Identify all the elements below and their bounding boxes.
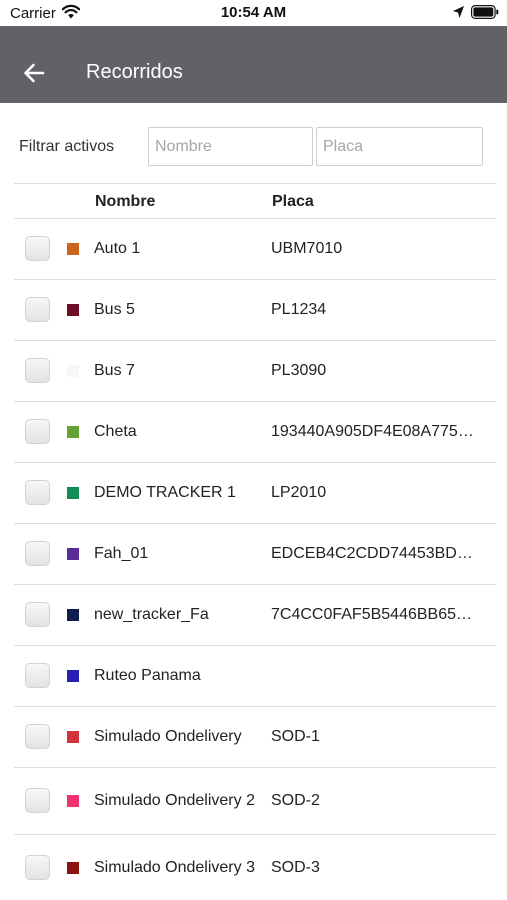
cell-plate: SOD-2	[271, 792, 320, 809]
row-checkbox[interactable]	[25, 855, 50, 880]
cell-plate: EDCEB4C2CDD74453BD…	[271, 545, 473, 562]
back-button[interactable]	[18, 59, 50, 91]
color-swatch	[67, 487, 79, 499]
table-row[interactable]: Cheta 193440A905DF4E08A775…	[14, 402, 496, 463]
table-row[interactable]: Auto 1 UBM7010	[14, 219, 496, 280]
table-row[interactable]: DEMO TRACKER 1 LP2010	[14, 463, 496, 524]
cell-plate: UBM7010	[271, 240, 343, 257]
row-checkbox[interactable]	[25, 297, 50, 322]
cell-plate: PL3090	[271, 362, 327, 379]
table-row[interactable]: Ruteo Panama	[14, 646, 496, 707]
table-row[interactable]: Simulado Ondelivery 3 SOD-3	[14, 835, 496, 900]
cell-plate: 193440A905DF4E08A775…	[271, 423, 474, 440]
color-swatch	[67, 609, 79, 621]
color-swatch	[67, 795, 79, 807]
cell-plate: SOD-1	[271, 728, 320, 745]
table-row[interactable]: Bus 5 PL1234	[14, 280, 496, 341]
cell-name: Simulado Ondelivery	[94, 728, 242, 745]
color-swatch	[67, 670, 79, 682]
row-checkbox[interactable]	[25, 724, 50, 749]
table-row[interactable]: Fah_01 EDCEB4C2CDD74453BD…	[14, 524, 496, 585]
column-header-name: Nombre	[95, 193, 156, 210]
color-swatch	[67, 304, 79, 316]
column-header-plate: Placa	[272, 193, 314, 210]
cell-plate: PL1234	[271, 301, 327, 318]
row-checkbox[interactable]	[25, 419, 50, 444]
name-filter-input[interactable]	[148, 127, 313, 166]
cell-name: Simulado Ondelivery 2	[94, 792, 255, 809]
color-swatch	[67, 243, 79, 255]
table-row[interactable]: new_tracker_Fa 7C4CC0FAF5B5446BB65…	[14, 585, 496, 646]
color-swatch	[67, 365, 79, 377]
row-checkbox[interactable]	[25, 541, 50, 566]
vehicle-table: Nombre Placa Auto 1 UBM7010 Bus 5 PL1234…	[14, 183, 496, 900]
color-swatch	[67, 426, 79, 438]
color-swatch	[67, 548, 79, 560]
clock: 10:54 AM	[220, 4, 287, 21]
row-checkbox[interactable]	[25, 236, 50, 261]
cell-plate: 7C4CC0FAF5B5446BB65…	[271, 606, 472, 623]
row-checkbox[interactable]	[25, 480, 50, 505]
row-checkbox[interactable]	[25, 602, 50, 627]
filter-label: Filtrar activos	[19, 138, 115, 155]
cell-name: Cheta	[94, 423, 137, 440]
plate-filter-input[interactable]	[316, 127, 483, 166]
cell-name: Bus 7	[94, 362, 135, 379]
cell-plate: SOD-3	[271, 859, 320, 876]
row-checkbox[interactable]	[25, 788, 50, 813]
cell-name: Bus 5	[94, 301, 135, 318]
page-title: Recorridos	[86, 61, 183, 83]
cell-name: Ruteo Panama	[94, 667, 201, 684]
status-bar: Carrier 10:54 AM	[0, 0, 507, 26]
color-swatch	[67, 731, 79, 743]
cell-name: DEMO TRACKER 1	[94, 484, 236, 501]
row-checkbox[interactable]	[25, 358, 50, 383]
cell-name: Auto 1	[94, 240, 141, 257]
table-row[interactable]: Bus 7 PL3090	[14, 341, 496, 402]
row-checkbox[interactable]	[25, 663, 50, 688]
color-swatch	[67, 862, 79, 874]
table-row[interactable]: Simulado Ondelivery SOD-1	[14, 707, 496, 768]
location-arrow-icon	[452, 5, 465, 19]
battery-icon	[471, 5, 499, 20]
cell-name: Simulado Ondelivery 3	[94, 859, 255, 876]
arrow-left-icon	[22, 61, 46, 90]
cell-name: Fah_01	[94, 545, 149, 562]
cell-plate: LP2010	[271, 484, 327, 501]
table-row[interactable]: Simulado Ondelivery 2 SOD-2	[14, 768, 496, 835]
cell-name: new_tracker_Fa	[94, 606, 209, 623]
filter-bar: Filtrar activos	[0, 103, 507, 183]
table-header: Nombre Placa	[14, 183, 496, 219]
app-bar: Recorridos	[0, 26, 507, 103]
